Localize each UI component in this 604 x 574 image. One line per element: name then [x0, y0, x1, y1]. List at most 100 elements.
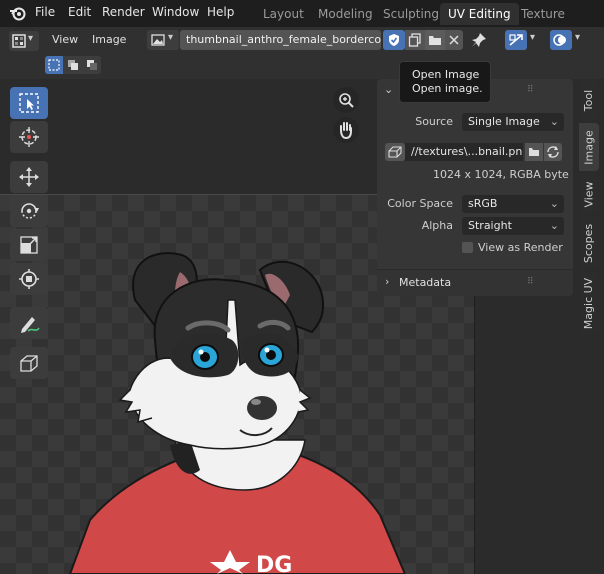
fake-user-button[interactable]: [383, 30, 405, 50]
zoom-icon: [339, 93, 354, 108]
uv-sync-button[interactable]: [505, 30, 527, 50]
alpha-value: Straight: [468, 219, 512, 232]
duplicate-image-button[interactable]: [405, 30, 425, 50]
svg-text:DG: DG: [256, 553, 292, 574]
reload-image-button[interactable]: [544, 143, 562, 161]
overlays-button[interactable]: [550, 30, 572, 50]
select-subtract-icon: [87, 60, 97, 70]
source-label: Source: [415, 115, 453, 128]
chevron-down-icon: ⌄: [549, 219, 559, 232]
chevron-down-icon[interactable]: ▾: [575, 32, 580, 43]
tab-uv-editing[interactable]: UV Editing: [440, 3, 519, 25]
editor-type-button[interactable]: ▾: [9, 31, 39, 51]
side-tab-image-label: Image: [582, 129, 596, 165]
chevron-down-icon[interactable]: ▾: [530, 32, 535, 43]
transform-icon: [19, 269, 39, 289]
color-space-dropdown[interactable]: sRGB ⌄: [462, 195, 564, 213]
tool-select-box[interactable]: [10, 87, 48, 119]
folder-icon: [529, 148, 539, 156]
select-new-icon: [48, 59, 60, 71]
pan-gizmo[interactable]: [333, 117, 359, 143]
chevron-down-icon[interactable]: ⌄: [384, 83, 393, 96]
image-editor-header: ▾ View Image ▾ thumbnail_anthro_female_b…: [0, 27, 604, 79]
tooltip-title: Open Image: [412, 68, 480, 81]
side-tab-tool-label: Tool: [582, 89, 596, 111]
filepath-text: //textures\...bnail.png: [411, 145, 523, 158]
source-value: Single Image: [468, 115, 540, 128]
open-image-button[interactable]: [425, 30, 445, 50]
chevron-down-icon: ⌄: [549, 115, 559, 128]
alpha-label: Alpha: [421, 219, 453, 232]
view-menu[interactable]: View: [52, 33, 78, 46]
duplicate-icon: [408, 33, 421, 47]
pin-icon[interactable]: [471, 32, 487, 48]
unlink-image-button[interactable]: [445, 30, 463, 50]
zoom-gizmo[interactable]: [333, 87, 359, 113]
folder-icon: [429, 36, 441, 45]
tab-sculpting[interactable]: Sculpting: [375, 3, 447, 25]
open-image-tooltip: Open Image Open image.: [399, 61, 491, 103]
source-dropdown[interactable]: Single Image ⌄: [462, 113, 564, 131]
color-space-value: sRGB: [468, 197, 498, 210]
side-tab-scopes[interactable]: Scopes: [579, 217, 599, 269]
side-tab-magic-uv[interactable]: Magic UV: [579, 272, 599, 334]
tooltip-description: Open image.: [412, 82, 483, 95]
image-menu[interactable]: Image: [92, 33, 126, 46]
chevron-down-icon: ▾: [28, 33, 34, 44]
uv-sync-icon: [509, 34, 523, 46]
tool-sample[interactable]: [10, 347, 48, 379]
chevron-down-icon: ⌄: [549, 197, 559, 210]
menu-edit[interactable]: Edit: [68, 5, 91, 19]
tab-texture-paint[interactable]: Texture Paint: [513, 3, 604, 43]
drag-handle-icon[interactable]: ⠿: [527, 277, 534, 287]
side-tab-image[interactable]: Image: [579, 123, 599, 171]
image-browse-button[interactable]: ▾: [147, 30, 179, 50]
select-subtract-button[interactable]: [83, 56, 101, 74]
side-tab-magic-uv-label: Magic UV: [582, 277, 596, 329]
view-as-render-checkbox[interactable]: [462, 242, 473, 253]
overlay-icon: [553, 34, 566, 46]
side-tab-tool[interactable]: Tool: [579, 80, 599, 120]
reload-icon: [547, 146, 559, 158]
select-box-icon: [19, 93, 39, 113]
tool-scale[interactable]: [10, 229, 48, 261]
tool-move[interactable]: [10, 161, 48, 193]
top-menu-bar: File Edit Render Window Help Layout Mode…: [0, 0, 604, 43]
side-tab-view[interactable]: View: [579, 174, 599, 214]
filepath-field[interactable]: //textures\...bnail.png: [405, 143, 523, 161]
view-as-render-label[interactable]: View as Render: [478, 241, 563, 254]
drag-handle-icon[interactable]: ⠿: [527, 85, 535, 95]
menu-window[interactable]: Window: [152, 5, 199, 19]
blender-logo-icon[interactable]: [9, 5, 27, 21]
image-properties-panel: ⌄ ⠿ Source Single Image ⌄ //textures\...…: [377, 79, 573, 296]
menu-help[interactable]: Help: [207, 5, 234, 19]
metadata-section[interactable]: › Metadata ⠿: [377, 269, 573, 296]
box-sample-icon: [20, 355, 38, 372]
cursor-icon: [19, 127, 39, 147]
pack-image-button[interactable]: [385, 143, 405, 161]
image-info-text: 1024 x 1024, RGBA byte: [433, 168, 569, 181]
close-icon: [449, 35, 459, 45]
annotate-icon: [21, 317, 40, 333]
move-icon: [19, 167, 39, 187]
tool-transform[interactable]: [10, 263, 48, 295]
tab-modeling[interactable]: Modeling: [310, 3, 381, 25]
chevron-down-icon: ▾: [168, 32, 174, 43]
menu-file[interactable]: File: [35, 5, 55, 19]
select-new-button[interactable]: [45, 56, 63, 74]
tool-cursor[interactable]: [10, 121, 48, 153]
scale-icon: [20, 236, 38, 254]
alpha-dropdown[interactable]: Straight ⌄: [462, 217, 564, 235]
tool-annotate[interactable]: [10, 307, 48, 339]
menu-render[interactable]: Render: [102, 5, 145, 19]
image-icon: [151, 34, 165, 46]
image-name-field[interactable]: thumbnail_anthro_female_bordercollie: [180, 30, 381, 50]
tool-rotate[interactable]: [10, 195, 48, 227]
image-name-text: thumbnail_anthro_female_bordercollie: [186, 33, 381, 46]
metadata-label: Metadata: [399, 276, 452, 289]
shield-icon: [389, 34, 399, 46]
package-icon: [388, 146, 402, 158]
tab-layout[interactable]: Layout: [255, 3, 312, 25]
browse-filepath-button[interactable]: [525, 143, 543, 161]
select-extend-button[interactable]: [64, 56, 82, 74]
